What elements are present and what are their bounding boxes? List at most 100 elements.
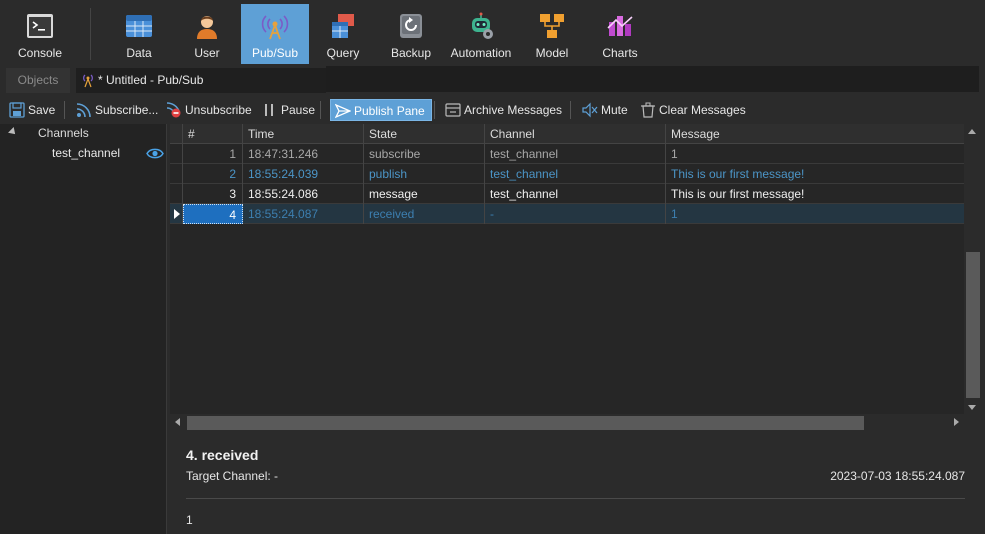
table-row-selected[interactable]: 4 18:55:24.087 received - 1 bbox=[170, 204, 964, 224]
document-tab-bar: Objects * Untitled - Pub/Sub bbox=[0, 66, 985, 93]
cell-channel: - bbox=[485, 204, 666, 224]
cell-message: 1 bbox=[671, 207, 678, 221]
antenna-icon bbox=[261, 15, 289, 40]
ribbon-query-label: Query bbox=[326, 46, 360, 60]
mute-button[interactable]: Mute bbox=[582, 99, 628, 121]
antenna-icon bbox=[83, 74, 93, 88]
cell-message: This is our first message! bbox=[671, 167, 805, 181]
channels-pane: Channels test_channel bbox=[0, 124, 167, 534]
ribbon-query-button[interactable]: Query bbox=[313, 4, 373, 64]
table-row[interactable]: 3 18:55:24.086 message test_channel This… bbox=[170, 184, 964, 204]
scroll-up-icon[interactable] bbox=[968, 129, 976, 134]
detail-timestamp: 2023-07-03 18:55:24.087 bbox=[830, 469, 965, 483]
scroll-down-icon[interactable] bbox=[968, 405, 976, 410]
pause-button[interactable]: Pause bbox=[262, 99, 315, 121]
mute-icon bbox=[582, 102, 598, 118]
cell-num: 1 bbox=[183, 144, 243, 164]
unsubscribe-icon bbox=[166, 102, 181, 118]
ribbon-console-button[interactable]: Console bbox=[10, 4, 70, 64]
channels-header[interactable]: Channels bbox=[0, 124, 166, 142]
tab-objects[interactable]: Objects bbox=[6, 68, 70, 93]
detail-divider bbox=[186, 498, 965, 499]
cell-time: 18:55:24.087 bbox=[243, 204, 364, 224]
ribbon-automation-button[interactable]: Automation bbox=[445, 4, 517, 64]
column-header-num[interactable]: # bbox=[183, 124, 243, 144]
toolbar-separator bbox=[434, 101, 435, 119]
console-icon bbox=[27, 14, 53, 38]
row-indicator bbox=[170, 204, 183, 224]
messages-grid: # Time State Channel Message 1 18:47:31.… bbox=[170, 124, 964, 416]
archive-messages-label: Archive Messages bbox=[464, 103, 563, 117]
ribbon-data-button[interactable]: Data bbox=[109, 4, 169, 64]
ribbon-user-button[interactable]: User bbox=[177, 4, 237, 64]
cell-channel: test_channel bbox=[485, 164, 666, 184]
cell-channel: test_channel bbox=[485, 184, 666, 204]
pause-icon bbox=[265, 104, 273, 116]
table-row[interactable]: 1 18:47:31.246 subscribe test_channel 1 bbox=[170, 144, 964, 164]
ribbon-model-label: Model bbox=[535, 46, 569, 60]
scroll-left-icon[interactable] bbox=[175, 418, 180, 426]
publish-pane-button[interactable]: Publish Pane bbox=[330, 99, 432, 121]
ribbon-pubsub-label: Pub/Sub bbox=[251, 46, 299, 60]
channel-item[interactable]: test_channel bbox=[0, 142, 166, 164]
cell-num[interactable]: 4 bbox=[183, 204, 243, 224]
charts-icon bbox=[607, 16, 633, 36]
cell-time: 18:55:24.086 bbox=[243, 184, 364, 204]
send-icon bbox=[335, 103, 351, 119]
table-row[interactable]: 2 18:55:24.039 publish test_channel This… bbox=[170, 164, 964, 184]
cell-channel: test_channel bbox=[485, 144, 666, 164]
eye-icon[interactable] bbox=[146, 148, 164, 159]
column-header-message[interactable]: Message bbox=[666, 124, 964, 144]
detail-title: 4. received bbox=[186, 447, 259, 463]
column-header-time[interactable]: Time bbox=[243, 124, 364, 144]
message-detail-pane: 4. received Target Channel: - 2023-07-03… bbox=[170, 433, 985, 534]
trash-icon bbox=[641, 102, 655, 118]
data-icon bbox=[126, 15, 152, 37]
ribbon-model-button[interactable]: Model bbox=[522, 4, 582, 64]
detail-message-body: 1 bbox=[186, 513, 193, 527]
scroll-right-icon[interactable] bbox=[954, 418, 959, 426]
save-button[interactable]: Save bbox=[9, 99, 55, 121]
row-indicator bbox=[170, 184, 183, 204]
scroll-thumb[interactable] bbox=[966, 252, 980, 398]
archive-icon bbox=[445, 103, 461, 117]
scroll-thumb[interactable] bbox=[187, 416, 864, 430]
ribbon-console-label: Console bbox=[17, 46, 63, 60]
ribbon-charts-button[interactable]: Charts bbox=[590, 4, 650, 64]
cell-state: received bbox=[364, 204, 485, 224]
save-icon bbox=[9, 102, 25, 118]
ribbon-user-label: User bbox=[194, 46, 220, 60]
column-header-channel[interactable]: Channel bbox=[485, 124, 666, 144]
tab-untitled-pubsub[interactable]: * Untitled - Pub/Sub bbox=[76, 68, 326, 93]
collapse-triangle-icon[interactable] bbox=[8, 127, 18, 137]
user-icon bbox=[197, 16, 217, 39]
ribbon-charts-label: Charts bbox=[602, 46, 638, 60]
grid-header-row: # Time State Channel Message bbox=[170, 124, 964, 144]
row-indicator bbox=[170, 144, 183, 164]
pubsub-toolbar: Save Subscribe... Unsubscribe Pause Publ… bbox=[0, 95, 985, 123]
cell-message: This is our first message! bbox=[671, 187, 805, 201]
ribbon-separator bbox=[90, 8, 91, 60]
archive-messages-button[interactable]: Archive Messages bbox=[445, 99, 562, 121]
unsubscribe-button[interactable]: Unsubscribe bbox=[166, 99, 252, 121]
toolbar-separator bbox=[320, 101, 321, 119]
toolbar-separator bbox=[64, 101, 65, 119]
cell-num: 2 bbox=[183, 164, 243, 184]
column-header-state[interactable]: State bbox=[364, 124, 485, 144]
ribbon-backup-label: Backup bbox=[390, 46, 432, 60]
grid-vertical-scrollbar[interactable] bbox=[964, 124, 981, 414]
backup-icon bbox=[400, 14, 422, 38]
cell-num: 3 bbox=[183, 184, 243, 204]
toolbar-separator bbox=[570, 101, 571, 119]
ribbon-backup-button[interactable]: Backup bbox=[381, 4, 441, 64]
row-indicator bbox=[170, 164, 183, 184]
tab-untitled-label: * Untitled - Pub/Sub bbox=[98, 73, 204, 87]
ribbon-pubsub-button[interactable]: Pub/Sub bbox=[241, 4, 309, 64]
cell-state: publish bbox=[364, 164, 485, 184]
channels-header-label: Channels bbox=[38, 126, 89, 140]
grid-horizontal-scrollbar[interactable] bbox=[170, 414, 964, 431]
clear-messages-button[interactable]: Clear Messages bbox=[640, 99, 746, 121]
cell-time: 18:47:31.246 bbox=[243, 144, 364, 164]
detail-target-channel: Target Channel: - bbox=[186, 469, 279, 483]
subscribe-button[interactable]: Subscribe... bbox=[76, 99, 158, 121]
